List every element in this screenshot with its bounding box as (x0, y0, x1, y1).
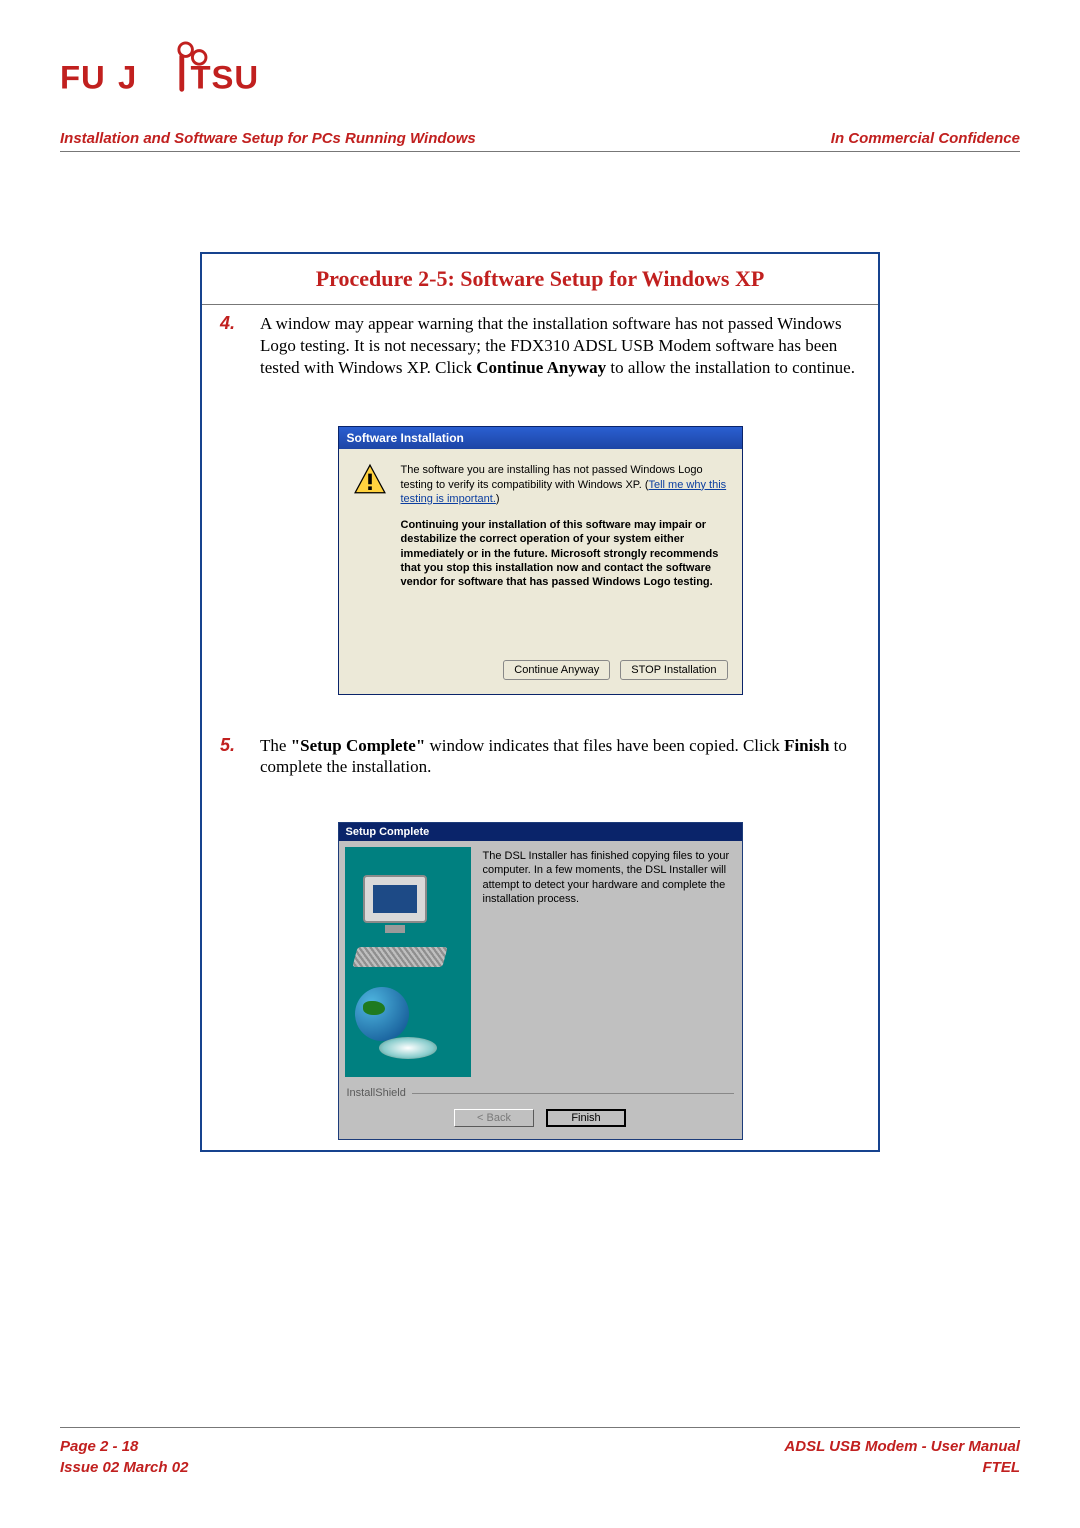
step-number: 5. (220, 735, 260, 779)
procedure-divider (202, 304, 878, 305)
procedure-box: Procedure 2-5: Software Setup for Window… (200, 252, 880, 1152)
header-right: In Commercial Confidence (831, 130, 1020, 147)
setup-complete-dialog: Setup Complete The DSL Installer has fin… (338, 822, 743, 1140)
step-text-part: to allow the installation to continue. (610, 358, 855, 377)
step-bold: Continue Anyway (476, 358, 606, 377)
step-text-part: window indicates that files have been co… (430, 736, 785, 755)
fujitsu-logo: FU J TSU (60, 40, 1020, 98)
dialog-titlebar: Setup Complete (339, 823, 742, 841)
svg-text:J: J (118, 58, 137, 95)
step-text: A window may appear warning that the ins… (260, 313, 860, 378)
continue-anyway-button[interactable]: Continue Anyway (503, 660, 610, 680)
step-number: 4. (220, 313, 260, 378)
dialog-warning-bold: Continuing your installation of this sof… (401, 518, 728, 589)
procedure-step: 4. A window may appear warning that the … (202, 313, 878, 386)
installshield-brand-label: InstallShield (347, 1087, 406, 1099)
footer-divider (60, 1427, 1020, 1428)
software-installation-dialog: Software Installation The software you a… (338, 426, 743, 694)
stop-installation-button[interactable]: STOP Installation (620, 660, 727, 680)
step-text-part: The (260, 736, 291, 755)
step-text: The "Setup Complete" window indicates th… (260, 735, 860, 779)
dialog-message: The DSL Installer has finished copying f… (483, 847, 736, 1077)
footer-product: ADSL USB Modem - User Manual (784, 1436, 1020, 1457)
finish-button[interactable]: Finish (546, 1109, 626, 1127)
header-left: Installation and Software Setup for PCs … (60, 130, 476, 147)
svg-text:FU: FU (60, 58, 106, 95)
step-bold: "Setup Complete" (291, 736, 426, 755)
installshield-side-graphic (345, 847, 471, 1077)
footer-issue: Issue 02 March 02 (60, 1457, 188, 1478)
footer-company: FTEL (784, 1457, 1020, 1478)
back-button: < Back (454, 1109, 534, 1127)
footer-page: Page 2 - 18 (60, 1436, 188, 1457)
step-bold: Finish (784, 736, 829, 755)
svg-text:TSU: TSU (190, 58, 259, 95)
header-divider (60, 151, 1020, 152)
dialog-message: ) (496, 493, 500, 505)
warning-icon (353, 463, 387, 497)
procedure-title: Procedure 2-5: Software Setup for Window… (202, 254, 878, 304)
procedure-step: 5. The "Setup Complete" window indicates… (202, 735, 878, 787)
dialog-titlebar: Software Installation (339, 427, 742, 449)
